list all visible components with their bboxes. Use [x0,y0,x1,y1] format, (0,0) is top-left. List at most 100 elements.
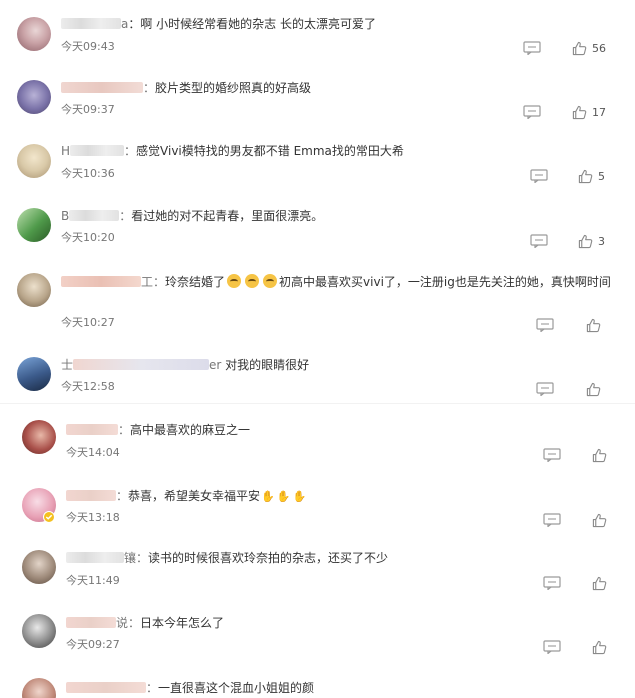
username-blur[interactable] [66,424,118,435]
like-count: 56 [592,41,606,55]
like-button[interactable]: 3 [578,233,605,249]
avatar[interactable] [17,144,51,178]
avatar[interactable] [17,357,51,391]
username-blur[interactable] [61,18,121,29]
comment-line: B ：看过她的对不起青春，里面很漂亮。 [61,208,323,224]
comment-line: ：恭喜，希望美女幸福平安✋ ✋ ✋ [66,488,307,505]
comment-time: 今天12:58 [61,380,115,393]
verified-badge-icon [43,511,55,523]
comment-time: 今天10:20 [61,231,115,244]
comment-feed: a：啊 小时候经常看她的杂志 长的太漂亮可爱了 今天09:43 56 ：胶片类型… [0,0,635,698]
comment-time: 今天09:43 [61,40,115,53]
comment-text: 恭喜，希望美女幸福平安 [128,489,261,503]
username-suffix[interactable]: ： [118,423,130,437]
reply-icon[interactable] [536,318,554,332]
comment-line: 说：日本今年怎么了 [66,615,224,631]
username-blur[interactable] [70,145,125,156]
comment-text-before: 玲奈结婚了 [165,275,226,289]
reply-icon[interactable] [543,513,561,527]
comment-text: 看过她的对不起青春，里面很漂亮。 [131,209,324,223]
section-divider [0,403,635,404]
avatar[interactable] [22,550,56,584]
username-suffix[interactable]: ： [119,209,131,223]
like-button[interactable] [592,447,607,463]
like-button[interactable] [586,317,601,333]
avatar[interactable] [17,17,51,51]
comment-time: 今天09:27 [66,638,120,651]
comment-text: 初高中最喜欢买vivi了，一注册ig也是先关注的她，真快啊时间 [279,275,611,289]
like-button[interactable]: 56 [572,40,606,56]
avatar[interactable] [17,80,51,114]
thumbs-up-icon [592,576,607,590]
username-suffix[interactable]: ： [116,489,128,503]
avatar[interactable] [22,678,56,698]
comment-text: 读书的时候很喜欢玲奈拍的杂志，还买了不少 [148,551,389,565]
avatar[interactable] [17,208,51,242]
thumbs-up-icon [586,318,601,332]
praying-hands-icon: ✋ [261,490,275,503]
username-blur[interactable] [69,210,120,221]
comment-time: 今天10:27 [61,316,115,329]
comment-line: 工：玲奈结婚了 初高中最喜欢买vivi了，一注册ig也是先关注的她，真快啊时间 [61,272,621,292]
username-blur[interactable] [66,490,116,501]
username-suffix[interactable]: er [209,358,221,372]
username-prefix[interactable]: H [61,144,70,158]
username-suffix[interactable]: ： [143,81,155,95]
reply-icon[interactable] [543,640,561,654]
thumbs-up-icon [592,513,607,527]
username-suffix[interactable]: 镶： [124,551,148,565]
comment-text: 高中最喜欢的麻豆之一 [130,423,251,437]
username-blur[interactable] [73,359,210,370]
username-suffix[interactable]: ： [124,144,136,158]
username-blur[interactable] [66,682,146,693]
praying-hands-icon: ✋ [276,490,291,503]
reply-icon[interactable] [530,234,548,248]
thumbs-up-icon [572,105,587,119]
reply-icon[interactable] [543,576,561,590]
reply-icon[interactable] [543,448,561,462]
username-blur[interactable] [61,276,141,287]
username-blur[interactable] [66,617,116,628]
comment-text: ：啊 小时候经常看她的杂志 长的太漂亮可爱了 [128,17,376,31]
avatar[interactable] [22,614,56,648]
crying-emoji-icon [245,274,260,288]
comment-time: 今天11:49 [66,574,120,587]
avatar[interactable] [22,420,56,454]
reply-icon[interactable] [530,169,548,183]
like-count: 17 [592,105,606,119]
thumbs-up-icon [572,41,587,55]
like-button[interactable]: 5 [578,168,605,184]
comment-line: a：啊 小时候经常看她的杂志 长的太漂亮可爱了 [61,16,376,32]
like-count: 5 [598,169,605,183]
crying-emoji-icon [227,274,242,288]
reply-icon[interactable] [536,382,554,396]
comment-line: ：一直很喜这个混血小姐姐的颜 [66,680,314,696]
username-prefix[interactable]: B [61,209,69,223]
comment-time: 今天13:18 [66,511,120,524]
comment-time: 今天10:36 [61,167,115,180]
reply-icon[interactable] [523,105,541,119]
reply-icon[interactable] [523,41,541,55]
thumbs-up-icon [578,169,593,183]
username-suffix[interactable]: 工： [141,275,165,289]
username-suffix[interactable]: ： [146,681,158,695]
username-prefix[interactable]: 士 [61,358,73,372]
like-count: 3 [598,234,605,248]
comment-text: 一直很喜这个混血小姐姐的颜 [158,681,315,695]
like-button[interactable] [592,512,607,528]
like-button[interactable] [592,575,607,591]
comment-line: 士 er 对我的眼睛很好 [61,357,309,373]
like-button[interactable] [592,639,607,655]
thumbs-up-icon [586,382,601,396]
crying-emoji-icon [263,274,278,288]
username-blur[interactable] [66,552,124,563]
comment-line: ：胶片类型的婚纱照真的好高级 [61,80,311,96]
praying-hands-icon: ✋ [292,490,307,503]
like-button[interactable]: 17 [572,104,606,120]
like-button[interactable] [586,381,601,397]
username-blur[interactable] [61,82,143,93]
username-suffix[interactable]: 说： [116,616,140,630]
comment-text: 日本今年怎么了 [140,616,225,630]
comment-text: 对我的眼睛很好 [225,358,310,372]
avatar[interactable] [17,273,51,307]
